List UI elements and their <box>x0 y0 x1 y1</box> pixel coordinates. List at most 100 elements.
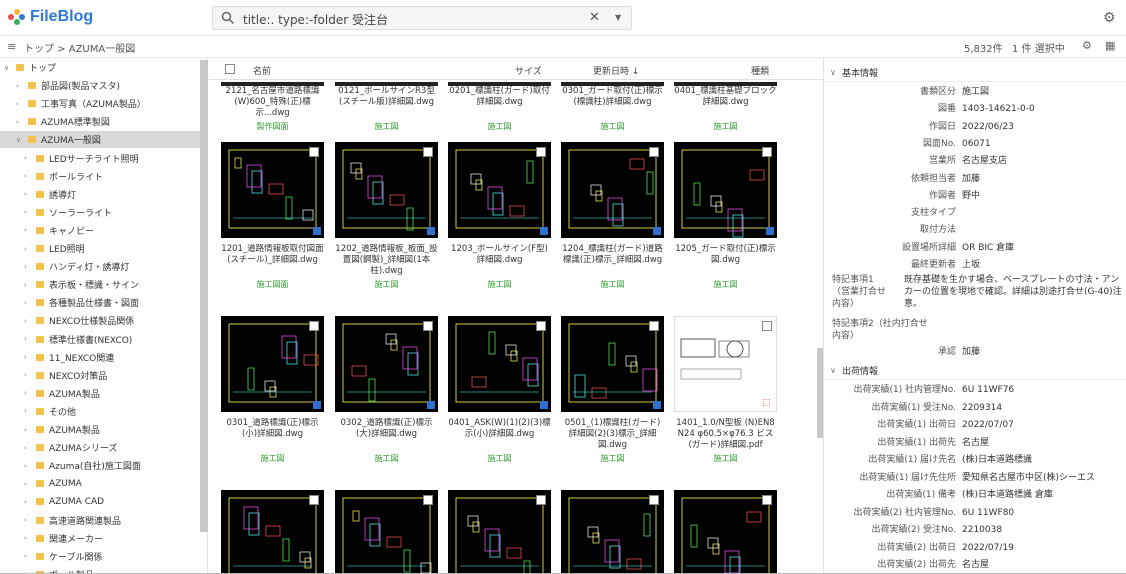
thumbnail[interactable] <box>561 490 664 574</box>
tree-item[interactable]: › AZUMA標準製図 <box>0 113 200 130</box>
tree-item[interactable]: › AZUMA製品 <box>0 385 200 402</box>
tree-item[interactable]: ∨ トップ <box>0 59 200 76</box>
column-size[interactable]: サイズ <box>515 64 542 77</box>
tile-checkbox[interactable] <box>649 321 659 331</box>
clear-search-icon[interactable]: ✕ <box>589 10 600 25</box>
tile-checkbox[interactable] <box>423 147 433 157</box>
chevron-right-icon[interactable]: › <box>16 118 26 126</box>
tile-checkbox[interactable] <box>536 495 546 505</box>
app-logo[interactable]: FileBlog <box>8 8 93 26</box>
tree-item[interactable]: › AZUMA <box>0 475 200 492</box>
breadcrumb[interactable]: トップ > AZUMA一般図 <box>24 40 135 55</box>
tree-item[interactable]: › LED照明 <box>0 240 200 257</box>
tree-item[interactable]: › 各種製品仕様書・図面 <box>0 294 200 311</box>
chevron-right-icon[interactable]: › <box>24 190 34 198</box>
select-all-checkbox[interactable] <box>225 64 235 74</box>
tile-checkbox[interactable] <box>536 321 546 331</box>
sort-icon[interactable]: ≡ <box>7 40 16 53</box>
chevron-right-icon[interactable]: › <box>24 335 34 343</box>
tree-item[interactable]: › ハンディ灯・誘導灯 <box>0 258 200 275</box>
file-tile[interactable]: 1201_道路情報板取付図面(スチール)_詳細図.dwg 施工図面 <box>221 142 324 302</box>
chevron-right-icon[interactable]: › <box>24 154 34 162</box>
tile-checkbox[interactable] <box>762 147 772 157</box>
tile-checkbox[interactable] <box>762 495 772 505</box>
chevron-right-icon[interactable]: › <box>24 226 34 234</box>
tile-checkbox[interactable] <box>423 495 433 505</box>
file-tile[interactable]: 1205_ガード取付(正)標示図.dwg 施工図 <box>674 142 777 302</box>
chevron-right-icon[interactable]: › <box>24 172 34 180</box>
file-tile[interactable]: 2121_名古屋市道路標識(W)600_特殊(正)標示...dwg 製作図面 <box>221 82 324 132</box>
tree-item[interactable]: › Azuma(自社)施工図面 <box>0 457 200 474</box>
settings-icon[interactable]: ⚙ <box>1082 39 1092 52</box>
tree-item[interactable]: › 誘導灯 <box>0 186 200 203</box>
tree-item[interactable]: › 関連メーカー <box>0 530 200 547</box>
chevron-right-icon[interactable]: › <box>24 498 34 506</box>
section-shipping-info[interactable]: ∨ 出荷情報 <box>824 362 1126 380</box>
chevron-right-icon[interactable]: › <box>24 317 34 325</box>
tile-checkbox[interactable] <box>309 147 319 157</box>
chevron-right-icon[interactable]: › <box>24 516 34 524</box>
chevron-right-icon[interactable]: › <box>24 426 34 434</box>
chevron-right-icon[interactable]: › <box>24 389 34 397</box>
tile-checkbox[interactable] <box>536 147 546 157</box>
settings-gear-icon[interactable]: ⚙ <box>1103 10 1116 26</box>
tile-checkbox[interactable] <box>649 147 659 157</box>
file-tile[interactable]: 0301_ガード取付(正)標示(標識柱)詳細図.dwg 施工図 <box>561 82 664 132</box>
tree-item[interactable]: › AZUMA CAD <box>0 493 200 510</box>
file-tile[interactable]: 0401_標識柱基礎ブロック詳細図.dwg 施工図 <box>674 82 777 132</box>
tile-checkbox[interactable] <box>762 321 772 331</box>
tile-checkbox[interactable] <box>649 495 659 505</box>
tree-item[interactable]: ∨ AZUMA一般図 <box>0 131 200 149</box>
section-basic-info[interactable]: ∨ 基本情報 <box>824 64 1126 82</box>
tree-item[interactable]: › その他 <box>0 403 200 420</box>
tree-item[interactable]: › 部品図(製品マスタ) <box>0 77 200 94</box>
file-tile[interactable]: 0302_道路標識(正)標示(大)詳細図.dwg 施工図 <box>335 316 438 476</box>
file-tile[interactable]: 1202_道路情報板_板面_設置図(鋼製)_詳細図(1本柱).dwg 施工図 <box>335 142 438 302</box>
tree-item[interactable]: › 工事写真（AZUMA製品） <box>0 95 200 112</box>
chevron-right-icon[interactable]: › <box>24 444 34 452</box>
tree-item[interactable]: › LEDサーチライト照明 <box>0 150 200 167</box>
file-tile[interactable]: 0301_道路標識(正)標示(小)詳細図.dwg 施工図 <box>221 316 324 476</box>
tree-item[interactable]: › ソーラーライト <box>0 204 200 221</box>
tree-item[interactable]: › 標準仕様書(NEXCO) <box>0 331 200 348</box>
tree-item[interactable]: › AZUMAシリーズ <box>0 439 200 456</box>
file-tile[interactable]: 0121_ポールサインR3型(スチール版)詳細図.dwg 施工図 <box>335 82 438 132</box>
file-tile[interactable]: ⬚ 1401_1.0/N型板 (N)EN8 N24 φ60.5×φ76.3 ビス(… <box>674 316 777 476</box>
column-updated[interactable]: 更新日時 ↓ <box>593 64 639 77</box>
tree-item[interactable]: › ポールライト <box>0 168 200 185</box>
file-tile[interactable]: 0501_(1)標識柱(ガード)詳細図(2)(3)標示_詳細図.dwg 施工図 <box>561 316 664 476</box>
sidebar-scrollbar[interactable] <box>200 60 208 532</box>
thumbnail[interactable] <box>674 490 777 574</box>
tree-item[interactable]: › 高速道路関連製品 <box>0 512 200 529</box>
chevron-right-icon[interactable]: › <box>24 281 34 289</box>
thumbnail[interactable] <box>221 490 324 574</box>
chevron-right-icon[interactable]: › <box>24 263 34 271</box>
chevron-right-icon[interactable]: › <box>24 245 34 253</box>
chevron-right-icon[interactable]: › <box>24 371 34 379</box>
tree-item[interactable]: › 11_NEXCO関連 <box>0 349 200 366</box>
chevron-right-icon[interactable]: › <box>24 534 34 542</box>
search-input[interactable]: title:. type:-folder 受注台 <box>243 11 388 28</box>
tile-checkbox[interactable] <box>309 321 319 331</box>
tile-checkbox[interactable] <box>309 495 319 505</box>
tree-item[interactable]: › AZUMA製品 <box>0 421 200 438</box>
chevron-right-icon[interactable]: › <box>16 82 26 90</box>
chevron-right-icon[interactable]: › <box>24 407 34 415</box>
tree-item[interactable]: › 表示板・標識・サイン <box>0 276 200 293</box>
chevron-right-icon[interactable]: › <box>24 353 34 361</box>
search-options-chevron-icon[interactable]: ▼ <box>615 13 621 22</box>
tree-item[interactable]: › キャノピー <box>0 222 200 239</box>
thumbnail[interactable] <box>448 490 551 574</box>
grid-view-icon[interactable]: ▦ <box>1105 39 1115 52</box>
tree-item[interactable]: › NEXCO仕様製品関係 <box>0 312 200 329</box>
file-tile[interactable]: 0401_ASK(W)(1)(2)(3)標示(小)詳細図.dwg 施工図 <box>448 316 551 476</box>
search-bar[interactable]: title:. type:-folder 受注台 ✕ ▼ <box>212 6 632 30</box>
chevron-right-icon[interactable]: › <box>16 100 26 108</box>
chevron-right-icon[interactable]: › <box>24 552 34 560</box>
chevron-right-icon[interactable]: › <box>24 480 34 488</box>
chevron-right-icon[interactable]: › <box>24 208 34 216</box>
file-tile[interactable]: 0201_標識柱(ガード)取付詳細図.dwg 施工図 <box>448 82 551 132</box>
column-category[interactable]: 種類 <box>751 64 769 77</box>
chevron-down-icon[interactable]: ∨ <box>16 136 26 144</box>
file-tile[interactable]: 1204_標識柱(ガード)道路標識(正)標示_詳細図.dwg 施工図 <box>561 142 664 302</box>
